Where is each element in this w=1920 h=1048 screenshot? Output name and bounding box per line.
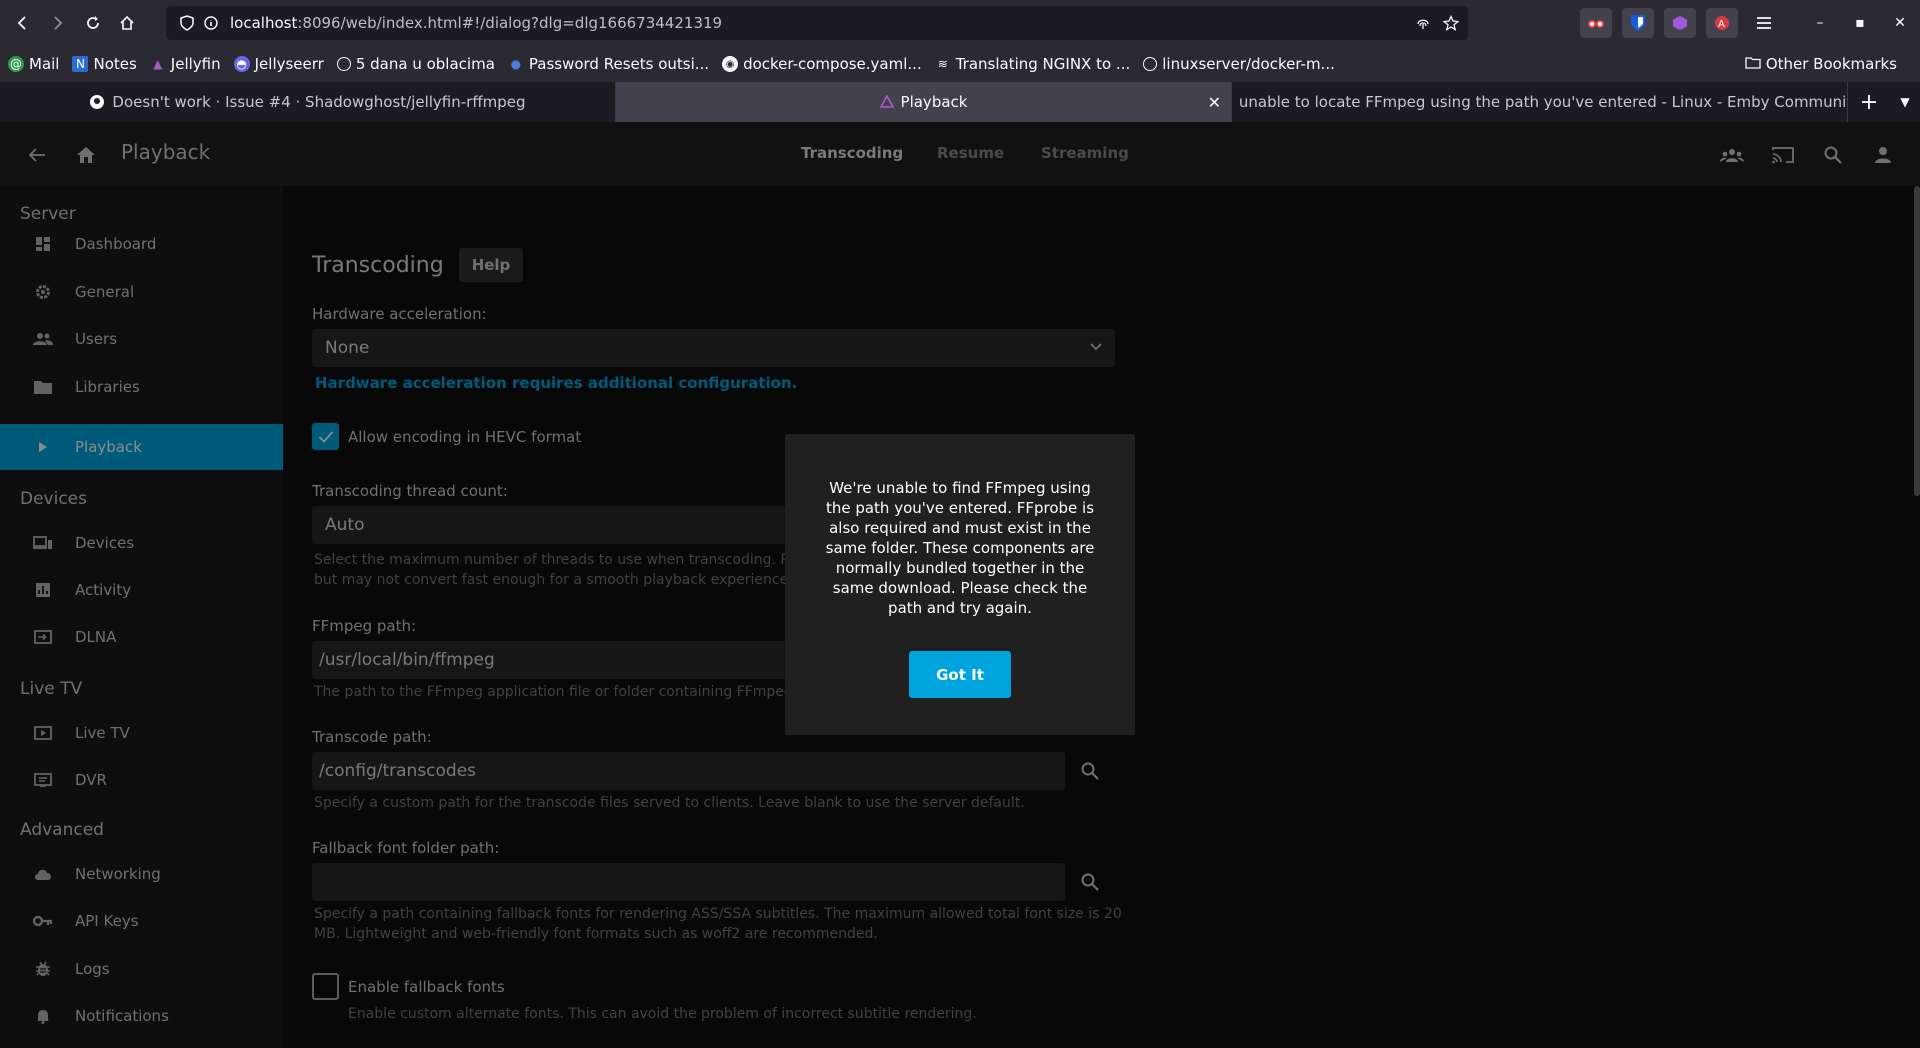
folder-icon [1745,55,1761,73]
github-icon [89,94,105,110]
home-icon[interactable] [112,8,142,38]
bookmark-jellyfin[interactable]: ▲ Jellyfin [150,55,220,73]
url-path: :8096/web/index.html#!/dialog?dlg=dlg166… [297,14,723,32]
bookmark-5-dana[interactable]: 5 dana u oblacima [336,55,495,73]
person-icon: ● [510,57,522,71]
menu-icon[interactable] [1748,8,1780,38]
back-icon[interactable] [8,8,38,38]
reload-icon[interactable] [78,8,108,38]
forward-icon[interactable] [42,8,72,38]
svg-text:A: A [1718,19,1725,30]
bookmarks-bar: @ Mail N Notes ▲ Jellyfin ◓ Jellyseerr 5 dan… [0,46,1920,82]
other-bookmarks[interactable]: Other Bookmarks [1745,55,1897,73]
globe-icon [1143,57,1158,71]
extension-mask-icon[interactable] [1580,8,1612,38]
minimize-icon[interactable]: – [1800,15,1840,31]
bookmark-docker-compose[interactable]: ◉ docker-compose.yaml... [722,55,922,73]
jellyfin-icon [879,95,894,109]
fingerprint-icon[interactable] [1412,12,1434,34]
globe-icon [336,57,351,71]
jellyseerr-icon: ◓ [233,56,250,72]
star-icon[interactable] [1440,12,1462,34]
close-window-icon[interactable]: ✕ [1880,15,1920,31]
dialog-message: We're unable to find FFmpeg using the pa… [825,479,1095,617]
extension-cube-icon[interactable] [1664,8,1696,38]
tab-emby[interactable]: unable to locate FFmpeg using the path y… [1232,82,1848,122]
shield-icon[interactable] [176,15,198,31]
extension-red-icon[interactable]: A [1706,8,1738,38]
tab-github-issue[interactable]: Doesn't work · Issue #4 · Shadowghost/je… [0,82,616,122]
bookmark-translating-nginx[interactable]: ≋ Translating NGINX to ... [935,55,1131,73]
browser-toolbar: localhost:8096/web/index.html#!/dialog?d… [0,0,1920,46]
notes-icon: N [72,56,89,72]
mail-icon: @ [8,56,24,72]
bookmark-notes[interactable]: N Notes [72,55,137,73]
bookmark-password-resets[interactable]: ● Password Resets outsi... [508,55,709,73]
bookmark-mail[interactable]: @ Mail [8,55,59,73]
info-icon[interactable] [200,16,222,30]
nginx-icon: ≋ [937,57,948,71]
github-icon: ◉ [722,56,739,72]
close-tab-icon[interactable]: ✕ [1208,93,1221,112]
bookmark-linuxserver[interactable]: linuxserver/docker-m... [1143,55,1335,73]
scrollbar[interactable] [1914,186,1920,496]
maximize-icon[interactable]: ▪ [1840,15,1880,31]
url-host: localhost [230,14,298,32]
bookmark-jellyseerr[interactable]: ◓ Jellyseerr [233,55,324,73]
jellyfin-icon: ▲ [153,57,163,71]
extension-bitwarden-icon[interactable] [1622,8,1654,38]
new-tab-icon[interactable]: + [1852,82,1886,122]
tab-playback[interactable]: Playback ✕ [616,82,1232,122]
error-dialog: We're unable to find FFmpeg using the pa… [785,434,1135,735]
tab-list-icon[interactable]: ▼ [1890,82,1920,122]
tab-strip: Doesn't work · Issue #4 · Shadowghost/je… [0,82,1920,122]
url-bar[interactable]: localhost:8096/web/index.html#!/dialog?d… [166,6,1468,40]
got-it-button[interactable]: Got It [909,651,1011,698]
